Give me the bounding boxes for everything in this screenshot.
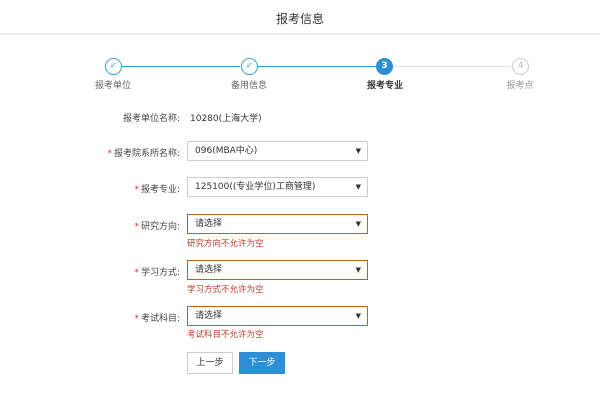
step-1-check-icon: ✓ — [105, 58, 122, 75]
step-4-number: 4 — [512, 58, 529, 75]
required-mark: * — [134, 222, 139, 232]
step-2-label: 备用信息 — [230, 81, 267, 91]
step-1-label: 报考单位 — [94, 81, 131, 91]
step-2-check-icon: ✓ — [241, 58, 258, 75]
page-title: 报考信息 — [275, 12, 324, 26]
direction-select-value: 请选择 — [195, 219, 223, 229]
subjects-error: 考试科目不允许为空 — [187, 330, 264, 340]
subjects-label: * 考试科目: — [134, 314, 180, 324]
step-connector-1 — [122, 66, 240, 67]
prev-step-button[interactable]: 上一步 — [187, 352, 233, 374]
dropdown-arrow-icon: ▼ — [355, 312, 361, 320]
required-mark: * — [107, 149, 112, 159]
unit-value: 10280(上海大学) — [190, 114, 262, 124]
step-3-label: 报考专业 — [366, 81, 403, 91]
study-mode-error: 学习方式不允许为空 — [187, 285, 264, 295]
study-mode-select-value: 请选择 — [195, 265, 223, 275]
major-select[interactable]: 125100((专业学位)工商管理) ▼ — [187, 177, 368, 197]
department-select[interactable]: 096(MBA中心) ▼ — [187, 141, 368, 161]
dropdown-arrow-icon: ▼ — [355, 266, 361, 274]
direction-select[interactable]: 请选择 ▼ — [187, 214, 368, 234]
step-connector-3 — [393, 66, 511, 67]
step-4-label: 报考点 — [506, 81, 534, 91]
study-mode-label: * 学习方式: — [134, 268, 180, 278]
direction-label: * 研究方向: — [134, 222, 180, 232]
required-mark: * — [134, 185, 139, 195]
dropdown-arrow-icon: ▼ — [355, 183, 361, 191]
dropdown-arrow-icon: ▼ — [355, 147, 361, 155]
study-mode-select[interactable]: 请选择 ▼ — [187, 260, 368, 280]
department-select-value: 096(MBA中心) — [195, 146, 258, 156]
unit-label: 报考单位名称: — [122, 114, 180, 124]
page-header: 报考信息 — [0, 0, 600, 34]
direction-error: 研究方向不允许为空 — [187, 239, 264, 249]
required-mark: * — [134, 314, 139, 324]
required-mark: * — [134, 268, 139, 278]
step-connector-2 — [258, 66, 376, 67]
next-step-button[interactable]: 下一步 — [239, 352, 285, 374]
major-select-value: 125100((专业学位)工商管理) — [195, 182, 316, 192]
subjects-select[interactable]: 请选择 ▼ — [187, 306, 368, 326]
subjects-select-value: 请选择 — [195, 311, 223, 321]
dropdown-arrow-icon: ▼ — [355, 220, 361, 228]
step-3-number: 3 — [376, 58, 393, 75]
major-label: * 报考专业: — [134, 185, 180, 195]
department-label: * 报考院系所名称: — [107, 149, 180, 159]
